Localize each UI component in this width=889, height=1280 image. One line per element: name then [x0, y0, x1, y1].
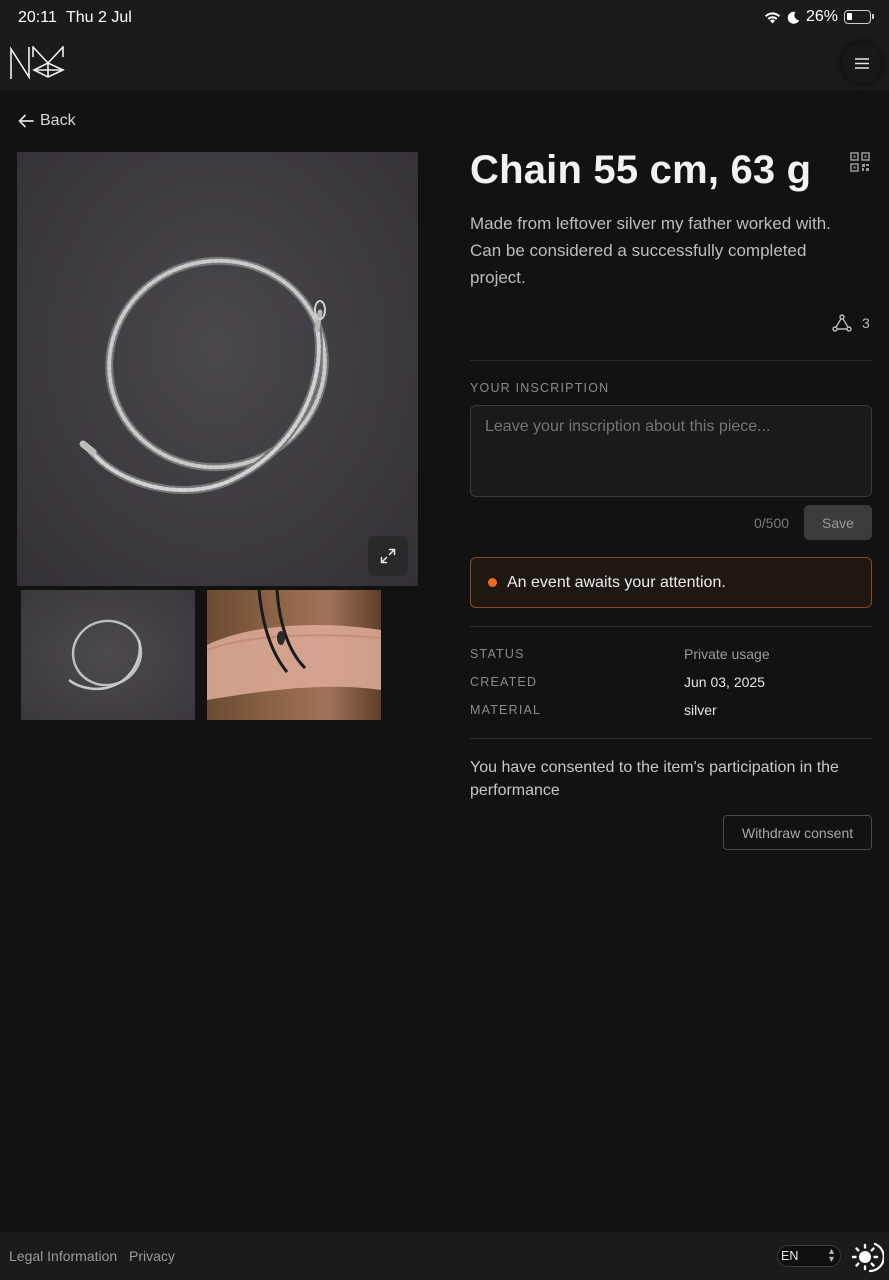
- share-network-icon: [832, 314, 852, 332]
- thumbnail-1[interactable]: [21, 590, 195, 720]
- alert-message: An event awaits your attention.: [507, 573, 726, 591]
- language-select[interactable]: EN ▴ ▾: [777, 1245, 841, 1267]
- menu-button[interactable]: [843, 44, 881, 82]
- page-title: Chain 55 cm, 63 g: [470, 148, 812, 192]
- status-indicators: 26%: [764, 8, 874, 26]
- item-description: Made from leftover silver my father work…: [470, 214, 831, 287]
- share-count-value: 3: [862, 315, 870, 331]
- battery-percent: 26%: [805, 8, 838, 25]
- inscription-label: YOUR INSCRIPTION: [470, 381, 610, 395]
- event-alert[interactable]: An event awaits your attention.: [470, 557, 872, 608]
- main-product-image[interactable]: [17, 152, 418, 586]
- created-label: CREATED: [470, 675, 538, 689]
- share-count[interactable]: 3: [832, 314, 870, 332]
- nm-logo-icon[interactable]: [9, 44, 65, 85]
- divider: [470, 360, 872, 361]
- moon-icon: [787, 11, 800, 24]
- status-date: Thu 2 Jul: [66, 9, 132, 26]
- qr-code-icon[interactable]: [850, 152, 870, 177]
- divider: [470, 626, 872, 627]
- withdraw-consent-button[interactable]: Withdraw consent: [723, 815, 872, 850]
- status-value: Private usage: [684, 646, 770, 662]
- expand-icon: [380, 548, 396, 564]
- save-button[interactable]: Save: [804, 505, 872, 540]
- privacy-link[interactable]: Privacy: [129, 1248, 175, 1264]
- status-bar: 20:11 Thu 2 Jul 26%: [0, 0, 889, 36]
- material-label: MATERIAL: [470, 703, 542, 717]
- inscription-counter: 0/500: [754, 515, 790, 531]
- wrist-thumbnail-photo: [207, 590, 381, 700]
- chain-photo: [79, 256, 329, 494]
- chain-thumbnail-photo: [68, 619, 143, 691]
- theme-toggle-icon[interactable]: [850, 1240, 885, 1279]
- alert-dot-icon: [488, 578, 497, 587]
- back-label: Back: [40, 112, 76, 129]
- hamburger-icon: [855, 57, 869, 69]
- legal-information-link[interactable]: Legal Information: [9, 1248, 117, 1264]
- created-value: Jun 03, 2025: [684, 674, 765, 690]
- back-link[interactable]: Back: [18, 112, 76, 130]
- footer: Legal Information Privacy EN ▴ ▾: [0, 1232, 889, 1280]
- inscription-input[interactable]: [470, 405, 872, 497]
- wifi-icon: [764, 11, 780, 23]
- battery-icon: [844, 10, 874, 24]
- consent-text: You have consented to the item's partici…: [470, 759, 839, 799]
- arrow-left-icon: [18, 114, 34, 128]
- thumbnail-2[interactable]: [207, 590, 381, 720]
- app-header: [0, 36, 889, 90]
- divider: [470, 738, 872, 739]
- status-time: 20:11: [18, 9, 57, 26]
- chevron-updown-icon: ▴ ▾: [828, 1246, 834, 1265]
- language-value: EN: [781, 1249, 799, 1263]
- expand-image-button[interactable]: [368, 536, 408, 576]
- status-label: STATUS: [470, 647, 525, 661]
- material-value: silver: [684, 702, 717, 718]
